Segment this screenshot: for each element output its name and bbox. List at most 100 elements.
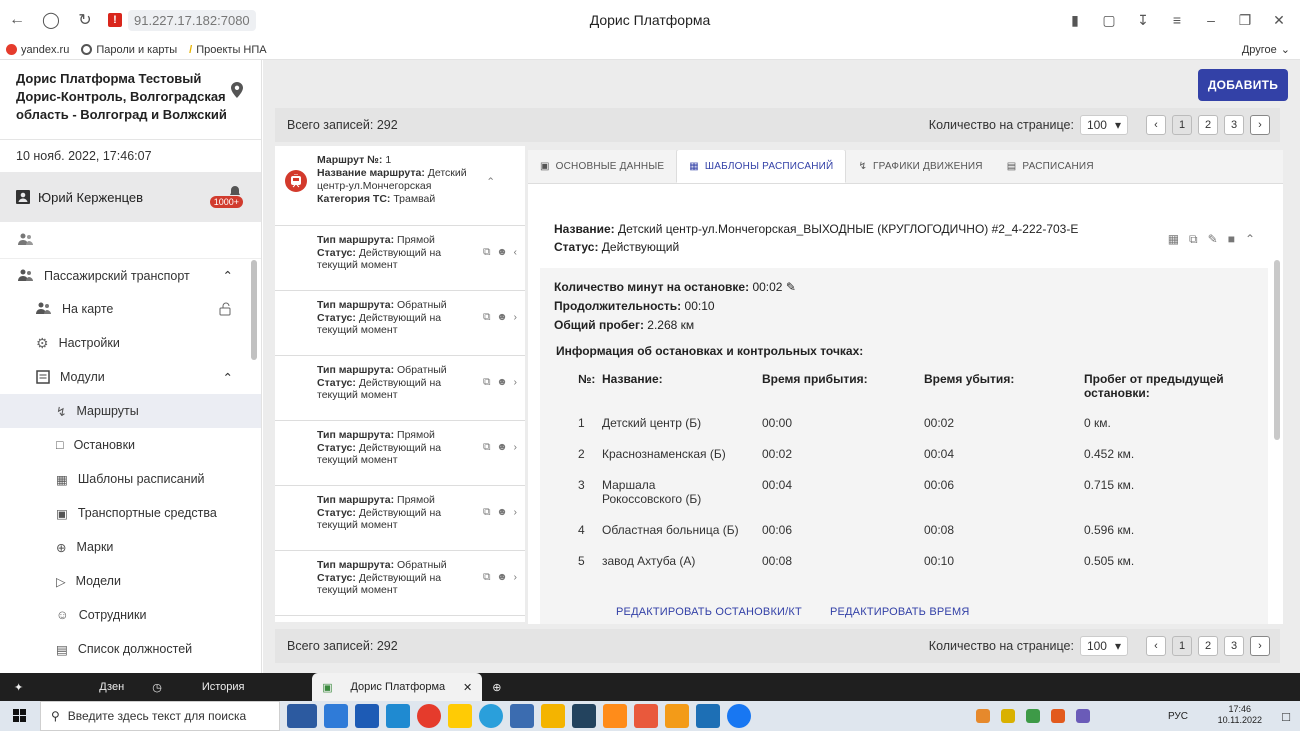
- unlock-icon[interactable]: [219, 302, 233, 316]
- sidebar-item-schedule-templates[interactable]: ▦ Шаблоны расписаний: [0, 462, 261, 496]
- photos-icon[interactable]: [696, 704, 720, 728]
- edit-icon[interactable]: ✎: [1208, 230, 1218, 248]
- page-3[interactable]: 3: [1224, 636, 1244, 656]
- page-2[interactable]: 2: [1198, 115, 1218, 135]
- chevron-left-icon[interactable]: ‹: [514, 246, 518, 259]
- chevron-up-icon[interactable]: ⌃: [1245, 230, 1255, 248]
- route-variant[interactable]: Тип маршрута: Обратный Статус: Действующи…: [275, 551, 525, 616]
- calculator-icon[interactable]: [510, 704, 534, 728]
- user-block[interactable]: Юрий Керженцев 1000+: [0, 172, 261, 222]
- sidebar-item-employees[interactable]: ☺ Сотрудники: [0, 598, 261, 632]
- per-page-select[interactable]: 100 ▾: [1079, 636, 1128, 656]
- app-icon[interactable]: [634, 704, 658, 728]
- people-icon[interactable]: ☻: [496, 246, 507, 259]
- address-bar[interactable]: ! 91.227.17.182:7080: [108, 9, 256, 31]
- tab-schedule-templates[interactable]: ▦ ШАБЛОНЫ РАСПИСАНИЙ: [676, 150, 847, 183]
- copy-icon[interactable]: ⧉: [483, 506, 491, 519]
- app-icon[interactable]: [324, 704, 348, 728]
- restore-icon[interactable]: ❐: [1230, 6, 1260, 34]
- bookmark-npa[interactable]: / Проекты НПА: [189, 44, 266, 56]
- tray-icon[interactable]: [1001, 709, 1015, 723]
- panel-scrollbar[interactable]: [1274, 260, 1280, 440]
- new-tab-button[interactable]: ⊕: [482, 673, 511, 701]
- facebook-icon[interactable]: [727, 704, 751, 728]
- delete-icon[interactable]: ■: [1228, 230, 1235, 248]
- chevron-right-icon[interactable]: ›: [514, 571, 518, 584]
- copy-icon[interactable]: ⧉: [483, 571, 491, 584]
- folder-icon[interactable]: [541, 704, 565, 728]
- app-icon[interactable]: [665, 704, 689, 728]
- taskbar-search[interactable]: ⚲ Введите здесь текст для поиска: [40, 701, 280, 731]
- prev-page-button[interactable]: ‹: [1146, 636, 1166, 656]
- download-icon[interactable]: ↧: [1128, 6, 1158, 34]
- chevron-up-icon[interactable]: ⌃: [486, 176, 495, 189]
- route-variant[interactable]: Тип маршрута: Прямой Статус: Действующий …: [275, 486, 525, 551]
- taskbar-clock[interactable]: 17:46 10.11.2022: [1218, 704, 1262, 726]
- tab-history[interactable]: ◷ История: [142, 673, 312, 701]
- app-icon[interactable]: [603, 704, 627, 728]
- sidebar-item-stops[interactable]: □ Остановки: [0, 428, 261, 462]
- prev-page-button[interactable]: ‹: [1146, 115, 1166, 135]
- tray-icon[interactable]: [1026, 709, 1040, 723]
- bookmark-yandex[interactable]: yandex.ru: [6, 44, 69, 56]
- page-1[interactable]: 1: [1172, 115, 1192, 135]
- url-text[interactable]: 91.227.17.182:7080: [128, 9, 256, 31]
- next-page-button[interactable]: ›: [1250, 636, 1270, 656]
- telegram-icon[interactable]: [479, 704, 503, 728]
- sidebar-item-routes[interactable]: ↯ Маршруты: [0, 394, 261, 428]
- location-pin-icon[interactable]: [231, 82, 243, 98]
- bookmarks-other[interactable]: Другое ⌄: [1242, 43, 1290, 57]
- language-indicator[interactable]: РУС: [1168, 711, 1188, 722]
- chevron-right-icon[interactable]: ›: [514, 311, 518, 324]
- edge-icon[interactable]: [386, 704, 410, 728]
- route-variant[interactable]: Тип маршрута: Обратный Статус: Действующи…: [275, 291, 525, 356]
- word-icon[interactable]: [355, 704, 379, 728]
- edit-icon[interactable]: ✎: [786, 280, 796, 294]
- weather-icon[interactable]: [287, 704, 317, 728]
- route-variant[interactable]: Тип маршрута: Прямой Статус: Действующий …: [275, 226, 525, 291]
- route-card[interactable]: Маршрут №: 1 Название маршрута: Детский …: [275, 146, 525, 226]
- sidebar-item-models[interactable]: ▷ Модели: [0, 564, 261, 598]
- people-icon[interactable]: ☻: [496, 571, 507, 584]
- notifications-icon[interactable]: □: [1282, 709, 1290, 724]
- sidebar-scrollbar[interactable]: [250, 250, 258, 673]
- minimize-icon[interactable]: –: [1196, 6, 1226, 34]
- bookmark-passwords[interactable]: Пароли и карты: [81, 44, 177, 56]
- sidebar-toggle-icon[interactable]: ✦: [0, 673, 37, 701]
- bookmark-icon[interactable]: ▮: [1060, 6, 1090, 34]
- per-page-select[interactable]: 100 ▾: [1079, 115, 1128, 135]
- route-variant[interactable]: Тип маршрута: Обратный Статус: Действующи…: [275, 356, 525, 421]
- screenshot-icon[interactable]: [572, 704, 596, 728]
- tray-icon[interactable]: [1051, 709, 1065, 723]
- page-3[interactable]: 3: [1224, 115, 1244, 135]
- close-icon[interactable]: ✕: [1264, 6, 1294, 34]
- chevron-right-icon[interactable]: ›: [514, 441, 518, 454]
- sidebar-item-settings[interactable]: ⚙ Настройки: [0, 326, 261, 360]
- add-button[interactable]: ДОБАВИТЬ: [1198, 69, 1288, 101]
- page-2[interactable]: 2: [1198, 636, 1218, 656]
- reload-icon[interactable]: ↻: [68, 0, 102, 40]
- copy-icon[interactable]: ⧉: [483, 246, 491, 259]
- sidebar-item-on-map[interactable]: На карте: [0, 292, 261, 326]
- back-icon[interactable]: ←: [0, 0, 34, 40]
- windows-start-icon[interactable]: [0, 709, 40, 723]
- chevron-right-icon[interactable]: ›: [514, 376, 518, 389]
- copy-icon[interactable]: ⧉: [1189, 230, 1198, 248]
- route-variant[interactable]: Тип маршрута: Прямой Статус: Действующий …: [275, 421, 525, 486]
- tab-traffic-graphs[interactable]: ↯ ГРАФИКИ ДВИЖЕНИЯ: [846, 150, 994, 183]
- tab-schedules[interactable]: ▤ РАСПИСАНИЯ: [995, 150, 1106, 183]
- people-icon[interactable]: ☻: [496, 506, 507, 519]
- tray-icon[interactable]: [976, 709, 990, 723]
- extensions-icon[interactable]: ▢: [1094, 6, 1124, 34]
- yandex-icon[interactable]: [417, 704, 441, 728]
- qr-icon[interactable]: ▦: [1168, 230, 1179, 248]
- tab-doris[interactable]: ▣ Дорис Платформа ✕: [312, 673, 483, 701]
- people-icon[interactable]: ☻: [496, 441, 507, 454]
- menu-icon[interactable]: ≡: [1162, 6, 1192, 34]
- sidebar-item-passenger-transport[interactable]: Пассажирский транспорт ⌃: [0, 258, 261, 292]
- close-tab-icon[interactable]: ✕: [463, 681, 472, 694]
- tab-main-data[interactable]: ▣ ОСНОВНЫЕ ДАННЫЕ: [528, 150, 676, 183]
- copy-icon[interactable]: ⧉: [483, 441, 491, 454]
- edit-stops-button[interactable]: РЕДАКТИРОВАТЬ ОСТАНОВКИ/КТ: [616, 606, 802, 618]
- people-icon[interactable]: ☻: [496, 311, 507, 324]
